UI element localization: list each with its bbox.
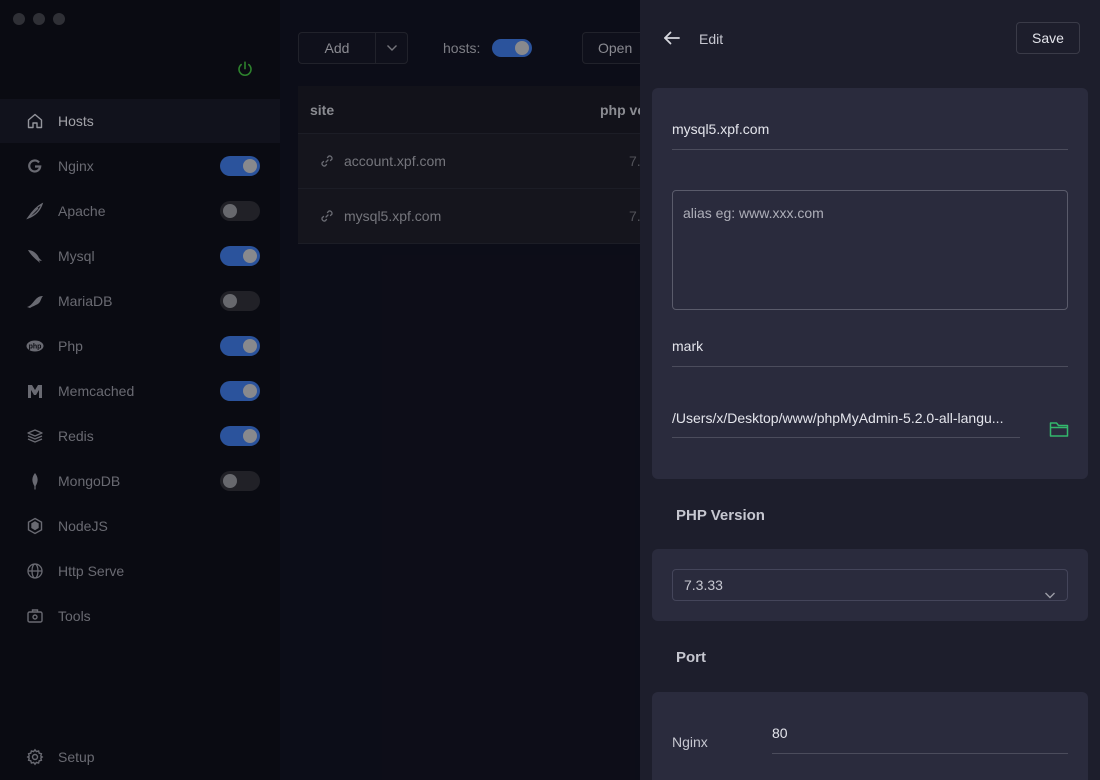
port-heading: Port <box>676 649 706 666</box>
nginx-port-label: Nginx <box>672 734 708 750</box>
php-version-select[interactable]: 7.3.33 <box>672 569 1068 601</box>
folder-icon[interactable] <box>1049 420 1069 438</box>
mark-input[interactable]: mark <box>672 338 703 354</box>
mark-underline <box>672 366 1068 367</box>
php-version-heading: PHP Version <box>676 507 765 524</box>
php-version-value: 7.3.33 <box>684 577 723 593</box>
edit-panel: Edit Save mysql5.xpf.com alias eg: www.x… <box>640 0 1100 780</box>
alias-textarea[interactable]: alias eg: www.xxx.com <box>672 190 1068 310</box>
nginx-port-input[interactable]: 80 <box>772 725 788 741</box>
host-name-underline <box>672 149 1068 150</box>
alias-placeholder: alias eg: www.xxx.com <box>683 205 824 221</box>
php-version-card: 7.3.33 <box>652 549 1088 621</box>
host-name-input[interactable]: mysql5.xpf.com <box>672 121 769 137</box>
app-window: Hosts Nginx Apache Mysql MariaDB php Php… <box>0 0 1100 780</box>
chevron-down-icon <box>1044 580 1056 599</box>
root-path-underline <box>672 437 1020 438</box>
port-card: Nginx 80 <box>652 692 1088 780</box>
root-path-input[interactable]: /Users/x/Desktop/www/phpMyAdmin-5.2.0-al… <box>672 410 1022 426</box>
host-settings-card: mysql5.xpf.com alias eg: www.xxx.com mar… <box>652 88 1088 479</box>
save-button[interactable]: Save <box>1016 22 1080 54</box>
modal-backdrop[interactable] <box>0 0 640 780</box>
panel-title: Edit <box>699 31 724 47</box>
back-arrow-icon[interactable] <box>662 28 682 48</box>
nginx-port-underline <box>772 753 1068 754</box>
